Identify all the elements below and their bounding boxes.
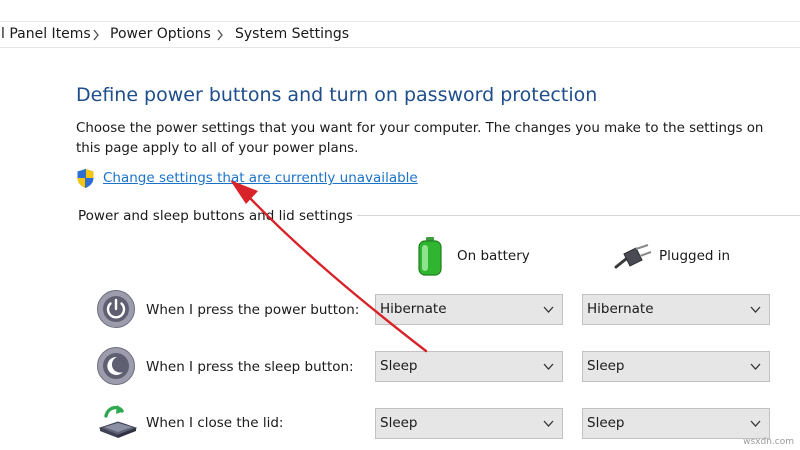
power-button-plugged-in-select[interactable]: Hibernate <box>582 294 770 325</box>
chevron-right-icon <box>93 29 99 41</box>
select-value: Hibernate <box>380 301 447 317</box>
chevron-down-icon <box>750 420 761 427</box>
column-plugged-in-label: Plugged in <box>659 248 731 264</box>
breadcrumb: l Panel Items Power Options System Setti… <box>0 21 800 48</box>
power-button-row-label: When I press the power button: <box>146 302 360 318</box>
sleep-button-on-battery-select[interactable]: Sleep <box>375 351 563 382</box>
chevron-right-icon <box>217 29 223 41</box>
page-description: Choose the power settings that you want … <box>76 121 764 156</box>
uac-shield-icon <box>77 169 94 188</box>
power-plug-icon <box>614 244 652 269</box>
battery-icon <box>418 237 442 276</box>
select-value: Sleep <box>380 415 418 431</box>
section-divider <box>357 215 800 216</box>
section-heading: Power and sleep buttons and lid settings <box>78 208 353 224</box>
power-button-on-battery-select[interactable]: Hibernate <box>375 294 563 325</box>
column-on-battery-label: On battery <box>457 248 530 264</box>
lid-row-label: When I close the lid: <box>146 415 284 431</box>
sleep-button-plugged-in-select[interactable]: Sleep <box>582 351 770 382</box>
breadcrumb-item-system-settings[interactable]: System Settings <box>235 26 349 42</box>
watermark: wsxdn.com <box>743 437 794 447</box>
sleep-button-row-label: When I press the sleep button: <box>146 359 354 375</box>
lid-on-battery-select[interactable]: Sleep <box>375 408 563 439</box>
chevron-down-icon <box>543 420 554 427</box>
select-value: Sleep <box>380 358 418 374</box>
chevron-down-icon <box>750 363 761 370</box>
sleep-button-icon <box>97 347 135 385</box>
chevron-down-icon <box>543 306 554 313</box>
change-settings-link[interactable]: Change settings that are currently unava… <box>103 170 418 186</box>
breadcrumb-item-power-options[interactable]: Power Options <box>110 26 211 42</box>
page-title: Define power buttons and turn on passwor… <box>76 84 598 106</box>
lid-plugged-in-select[interactable]: Sleep <box>582 408 770 439</box>
laptop-lid-icon <box>98 405 138 438</box>
chevron-down-icon <box>750 306 761 313</box>
select-value: Sleep <box>587 358 625 374</box>
power-button-icon <box>97 290 135 328</box>
breadcrumb-item-control-panel[interactable]: l Panel Items <box>1 26 91 42</box>
chevron-down-icon <box>543 363 554 370</box>
select-value: Sleep <box>587 415 625 431</box>
select-value: Hibernate <box>587 301 654 317</box>
